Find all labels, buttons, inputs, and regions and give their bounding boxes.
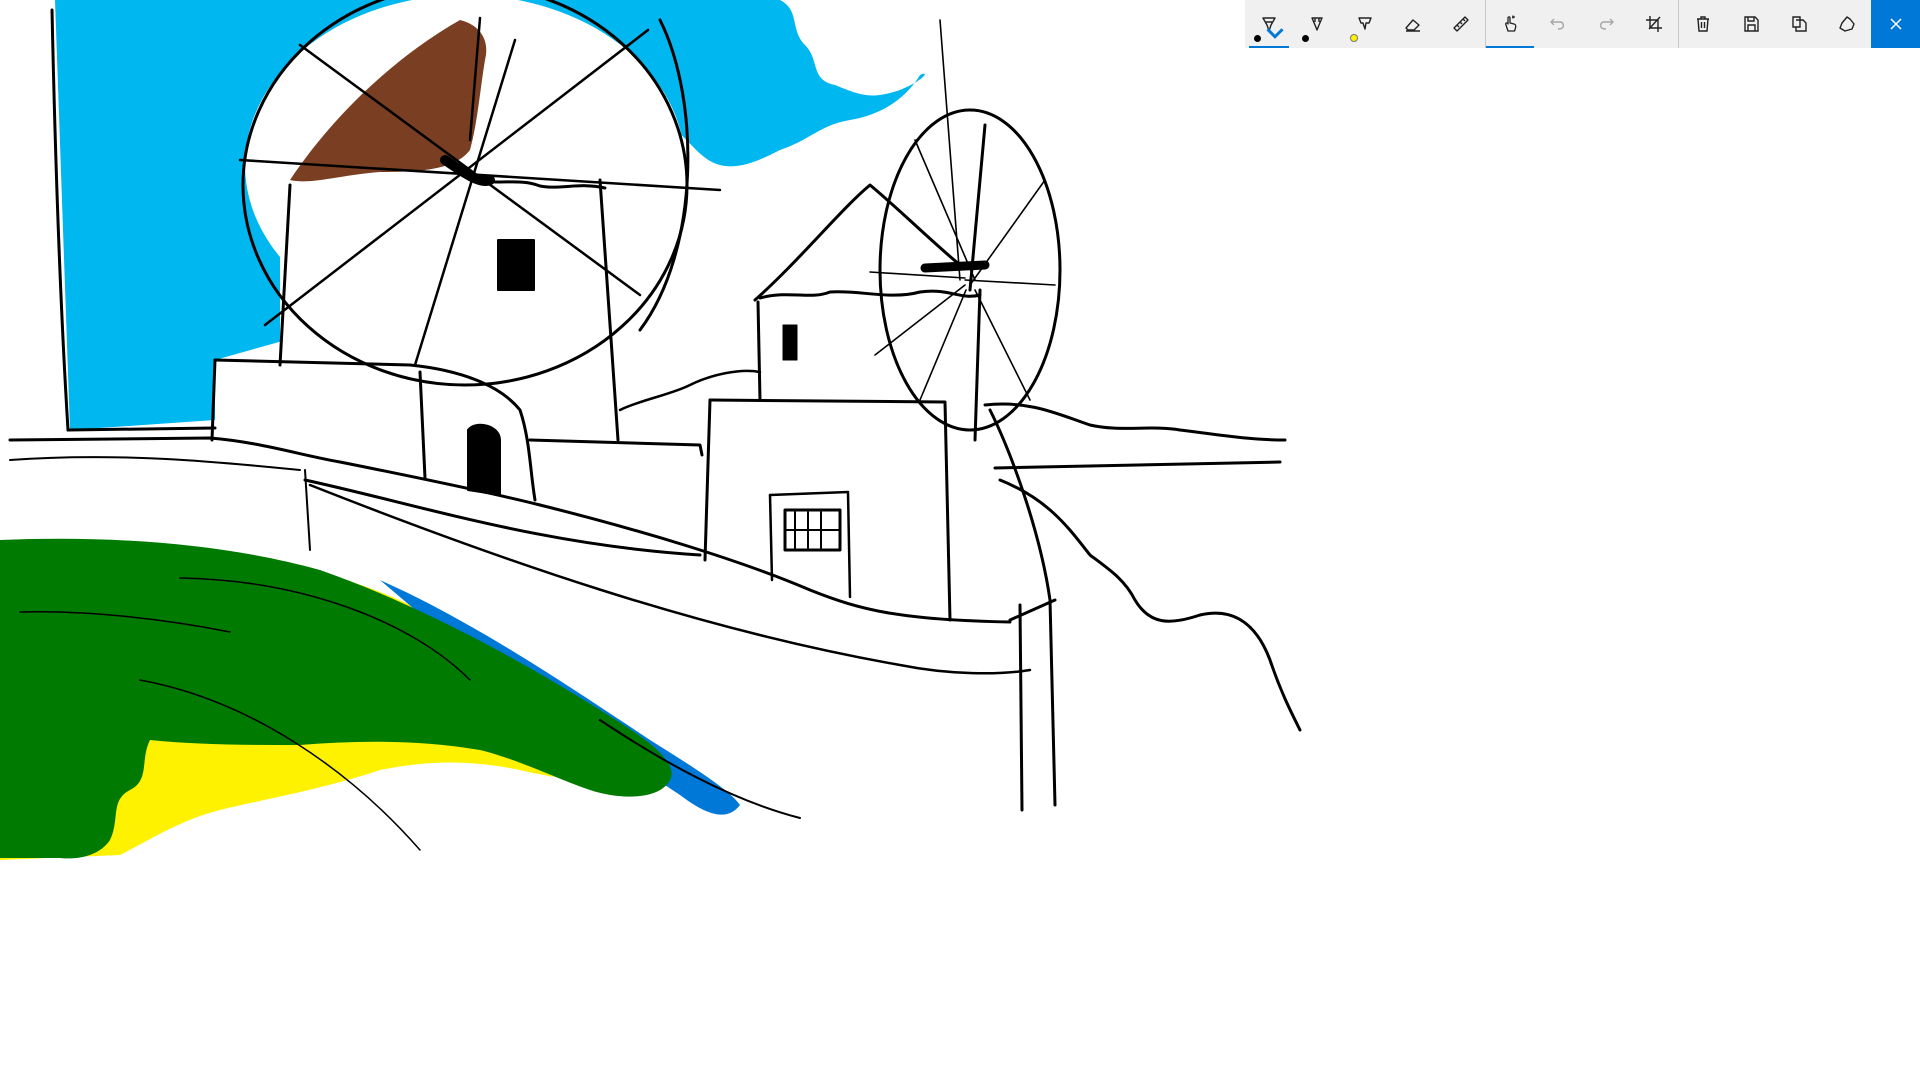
- crop-button[interactable]: Crop: [1630, 0, 1678, 48]
- eraser-icon: [1405, 19, 1420, 32]
- redo-button[interactable]: Redo: [1582, 0, 1630, 48]
- chevron-down-icon[interactable]: [1265, 23, 1285, 43]
- touch-writing-icon: [1505, 15, 1517, 32]
- pencil-icon: [1311, 17, 1323, 31]
- close-icon: [1889, 18, 1902, 30]
- highlighter-color-indicator: [1350, 34, 1358, 42]
- ballpoint-pen-button[interactable]: Ballpoint pen: [1245, 0, 1293, 48]
- highlighter-icon: [1358, 17, 1372, 30]
- copy-icon: [1792, 16, 1807, 32]
- pencil-color-indicator: [1302, 35, 1309, 42]
- grass-fill: [0, 538, 672, 859]
- ruler-icon: [1453, 16, 1469, 32]
- share-button[interactable]: Share: [1823, 0, 1871, 48]
- pencil-button[interactable]: Pencil: [1293, 0, 1341, 48]
- touch-writing-button[interactable]: Touch writing: [1486, 0, 1534, 48]
- pen-color-indicator: [1254, 35, 1261, 42]
- selected-indicator: [1249, 46, 1289, 48]
- trash-icon: [1697, 16, 1709, 32]
- ruler-button[interactable]: Ruler: [1437, 0, 1485, 48]
- save-icon: [1744, 16, 1759, 32]
- copy-button[interactable]: Copy: [1775, 0, 1823, 48]
- redo-icon: [1599, 18, 1614, 30]
- undo-icon: [1550, 18, 1565, 30]
- share-icon: [1839, 16, 1855, 32]
- close-button[interactable]: Close: [1871, 0, 1920, 48]
- ink-toolbar: Ballpoint pen Pencil Highlighter Eraser …: [1245, 0, 1920, 48]
- highlighter-button[interactable]: Highlighter: [1341, 0, 1389, 48]
- undo-button[interactable]: Undo: [1534, 0, 1582, 48]
- touch-writing-active-indicator: [1486, 46, 1534, 48]
- sketch-drawing: [0, 0, 1302, 860]
- clear-canvas-button[interactable]: Clear canvas: [1679, 0, 1727, 48]
- crop-icon: [1646, 16, 1662, 32]
- save-button[interactable]: Save: [1727, 0, 1775, 48]
- drawing-canvas[interactable]: [0, 0, 1920, 1080]
- eraser-button[interactable]: Eraser: [1389, 0, 1437, 48]
